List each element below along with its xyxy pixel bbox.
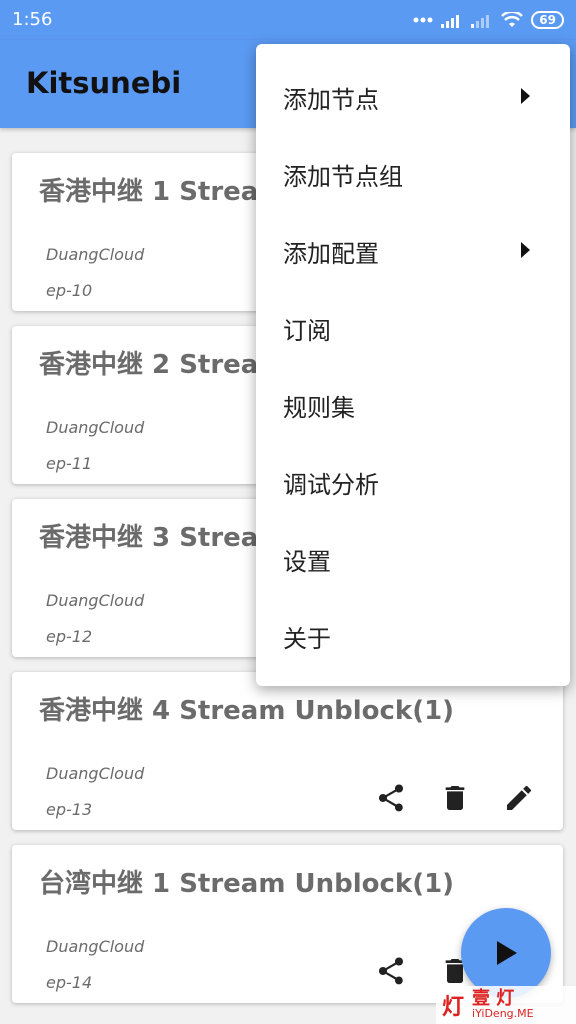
submenu-arrow-icon [521, 242, 530, 258]
submenu-arrow-icon [521, 88, 530, 104]
signal-weak-icon [471, 15, 490, 28]
menu-item-label: 添加节点 [283, 86, 379, 114]
menu-item-label: 规则集 [283, 394, 355, 422]
share-icon[interactable] [375, 955, 407, 987]
node-provider: DuangCloud [46, 591, 145, 610]
node-endpoint: ep-11 [46, 454, 93, 473]
menu-item-add-node-group[interactable]: 添加节点组 [256, 135, 570, 212]
menu-item-add-node[interactable]: 添加节点 [256, 58, 570, 135]
menu-item-subscribe[interactable]: 订阅 [256, 289, 570, 366]
menu-item-debug[interactable]: 调试分析 [256, 443, 570, 520]
battery-indicator: 69 [531, 11, 564, 29]
node-card[interactable]: 香港中继 4 Stream Unblock(1) DuangCloud ep-1… [12, 672, 563, 830]
start-fab-button[interactable] [461, 908, 551, 998]
menu-item-label: 调试分析 [283, 471, 379, 499]
node-endpoint: ep-12 [46, 627, 93, 646]
menu-item-add-config[interactable]: 添加配置 [256, 212, 570, 289]
watermark-url: iYiDeng.ME [472, 1007, 534, 1020]
node-name: 台湾中继 1 Stream Unblock(1) [39, 869, 455, 899]
watermark-title: 壹 灯 [472, 988, 515, 1009]
app-title: Kitsunebi [26, 66, 182, 100]
share-icon[interactable] [375, 782, 407, 814]
signal-icon [441, 15, 460, 28]
menu-item-label: 设置 [283, 548, 331, 576]
menu-item-about[interactable]: 关于 [256, 597, 570, 674]
node-provider: DuangCloud [46, 418, 145, 437]
more-dots-icon [413, 17, 433, 23]
node-endpoint: ep-10 [46, 281, 93, 300]
status-icons: 69 [413, 9, 564, 31]
watermark-mark: 灯 [442, 995, 465, 1020]
overflow-menu: 添加节点 添加节点组 添加配置 订阅 规则集 调试分析 设置 关于 [256, 44, 570, 686]
status-time: 1:56 [12, 9, 53, 30]
play-icon [497, 941, 517, 965]
menu-item-label: 添加配置 [283, 240, 379, 268]
watermark: 灯 壹 灯 iYiDeng.ME [436, 986, 576, 1024]
watermark-text: 壹 灯 iYiDeng.ME [472, 990, 534, 1020]
node-provider: DuangCloud [46, 764, 145, 783]
wifi-icon [501, 12, 524, 27]
node-endpoint: ep-13 [46, 800, 93, 819]
delete-icon[interactable] [439, 782, 471, 814]
menu-item-label: 关于 [283, 625, 331, 653]
card-actions [375, 782, 535, 814]
node-provider: DuangCloud [46, 245, 145, 264]
node-name: 香港中继 4 Stream Unblock(1) [39, 696, 455, 726]
menu-item-rulesets[interactable]: 规则集 [256, 366, 570, 443]
status-bar: 1:56 69 [0, 0, 576, 40]
node-endpoint: ep-14 [46, 973, 93, 992]
menu-item-settings[interactable]: 设置 [256, 520, 570, 597]
menu-item-label: 添加节点组 [283, 163, 403, 191]
menu-item-label: 订阅 [283, 317, 331, 345]
node-provider: DuangCloud [46, 937, 145, 956]
edit-icon[interactable] [503, 782, 535, 814]
